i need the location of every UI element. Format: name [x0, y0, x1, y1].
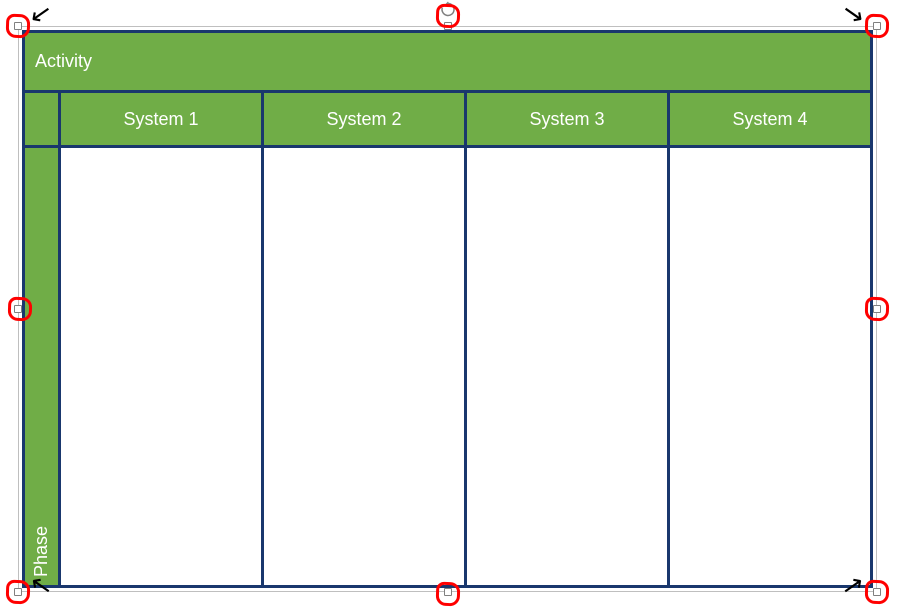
swimlane-header: System 3 — [467, 93, 667, 148]
annotation-circle-w — [8, 297, 33, 322]
swimlane-body — [264, 148, 464, 585]
swimlane-header: System 1 — [61, 93, 261, 148]
diagram-title: Activity — [35, 51, 92, 72]
annotation-circle-nw — [6, 14, 31, 39]
diagram-title-bar: Activity — [25, 33, 870, 93]
swimlane-header: System 2 — [264, 93, 464, 148]
annotation-circle-e — [865, 297, 890, 322]
swimlane-4: System 4 — [670, 93, 870, 585]
activity-diagram[interactable]: Activity Phase System 1 System 2 — [22, 30, 873, 588]
annotation-arrow-sw: ↖ — [28, 570, 54, 599]
swimlane-body — [467, 148, 667, 585]
swimlane-header: System 4 — [670, 93, 870, 148]
annotation-arrow-nw: ↙ — [28, 0, 54, 28]
phase-label-cell: Phase — [25, 148, 61, 585]
swimlane-label: System 1 — [123, 109, 198, 130]
annotation-circle-se — [865, 580, 890, 605]
annotation-arrow-ne: ↘ — [840, 0, 866, 28]
diagram-body: Phase System 1 System 2 System 3 — [25, 93, 870, 585]
swimlane-label: System 3 — [529, 109, 604, 130]
swimlane-body — [670, 148, 870, 585]
annotation-arrow-se: ↗ — [840, 570, 866, 599]
swimlanes: System 1 System 2 System 3 System 4 — [61, 93, 870, 585]
swimlane-label: System 2 — [326, 109, 401, 130]
swimlane-body — [61, 148, 261, 585]
swimlane-label: System 4 — [732, 109, 807, 130]
swimlane-2: System 2 — [264, 93, 467, 585]
phase-column-header — [25, 93, 61, 148]
annotation-circle-sw — [6, 580, 31, 605]
annotation-circle-n — [436, 4, 461, 29]
annotation-circle-s — [436, 582, 461, 607]
phase-column: Phase — [25, 93, 61, 585]
swimlane-1: System 1 — [61, 93, 264, 585]
annotation-circle-ne — [865, 14, 890, 39]
swimlane-3: System 3 — [467, 93, 670, 585]
